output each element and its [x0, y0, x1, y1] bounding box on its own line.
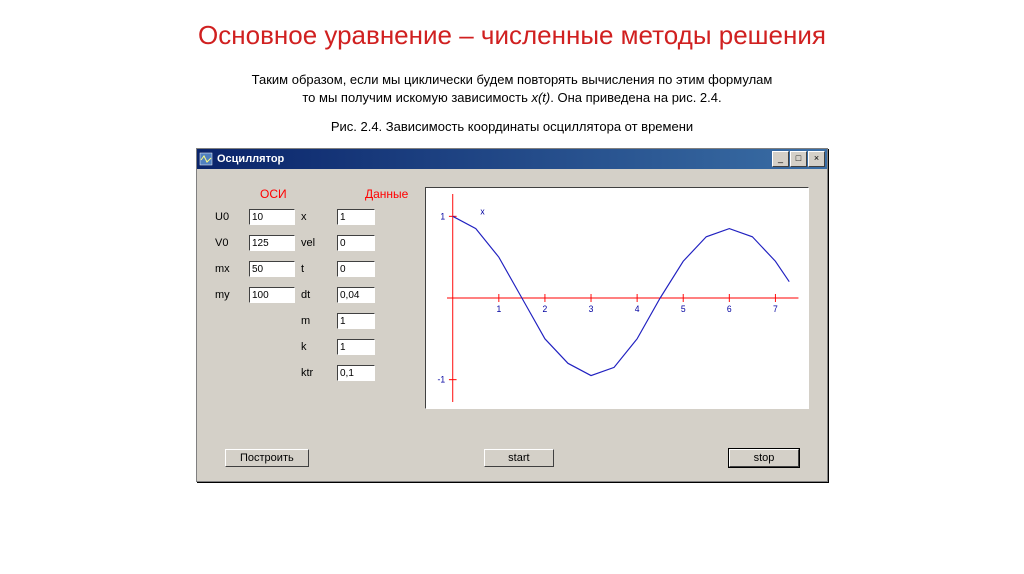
svg-text:1: 1: [440, 212, 445, 222]
label-vel: vel: [301, 237, 331, 249]
svg-text:1: 1: [496, 304, 501, 314]
svg-text:5: 5: [681, 304, 686, 314]
label-x: x: [301, 211, 331, 223]
svg-text:-1: -1: [437, 375, 445, 385]
header-dannye: Данные: [365, 187, 408, 201]
label-dt: dt: [301, 289, 331, 301]
window-body: ОСИ Данные U0 x V0 vel mx t my: [197, 169, 827, 481]
label-v0: V0: [215, 237, 243, 249]
input-t[interactable]: [337, 261, 375, 277]
svg-text:4: 4: [635, 304, 640, 314]
window-controls: _ □ ×: [772, 151, 825, 167]
svg-text:2: 2: [543, 304, 548, 314]
figure-caption: Рис. 2.4. Зависимость координаты осцилля…: [60, 119, 964, 134]
description-text: Таким образом, если мы циклически будем …: [172, 71, 852, 107]
parameters-panel: ОСИ Данные U0 x V0 vel mx t my: [215, 187, 415, 409]
buttons-row: Построить start stop: [215, 449, 809, 467]
input-vel[interactable]: [337, 235, 375, 251]
window-title: Осциллятор: [217, 153, 772, 165]
header-osi: ОСИ: [215, 187, 365, 201]
page-title: Основное уравнение – численные методы ре…: [60, 20, 964, 51]
close-button[interactable]: ×: [808, 151, 825, 167]
input-k[interactable]: [337, 339, 375, 355]
input-mx[interactable]: [249, 261, 295, 277]
label-ktr: ktr: [301, 367, 331, 379]
input-v0[interactable]: [249, 235, 295, 251]
chart-area: 1 2 3 4 5 6 7 -1 1 x: [425, 187, 809, 409]
title-bar: Осциллятор _ □ ×: [197, 149, 827, 169]
description-xt: x(t): [531, 90, 550, 105]
svg-text:3: 3: [589, 304, 594, 314]
input-x[interactable]: [337, 209, 375, 225]
input-m[interactable]: [337, 313, 375, 329]
label-mx: mx: [215, 263, 243, 275]
maximize-button[interactable]: □: [790, 151, 807, 167]
input-ktr[interactable]: [337, 365, 375, 381]
label-t: t: [301, 263, 331, 275]
svg-text:6: 6: [727, 304, 732, 314]
input-dt[interactable]: [337, 287, 375, 303]
minimize-button[interactable]: _: [772, 151, 789, 167]
app-icon: [199, 152, 213, 166]
app-window: Осциллятор _ □ × ОСИ Данные U0 x V0: [196, 148, 828, 482]
label-my: my: [215, 289, 243, 301]
oscillator-chart: 1 2 3 4 5 6 7 -1 1 x: [426, 188, 808, 408]
label-m: m: [301, 315, 331, 327]
start-button[interactable]: start: [484, 449, 554, 467]
description-line2a: то мы получим искомую зависимость: [302, 90, 531, 105]
description-line1: Таким образом, если мы циклически будем …: [252, 72, 773, 87]
stop-button[interactable]: stop: [729, 449, 799, 467]
label-k: k: [301, 341, 331, 353]
build-button[interactable]: Построить: [225, 449, 309, 467]
description-line2b: . Она приведена на рис. 2.4.: [550, 90, 721, 105]
svg-text:7: 7: [773, 304, 778, 314]
svg-text:x: x: [480, 207, 485, 217]
input-u0[interactable]: [249, 209, 295, 225]
input-my[interactable]: [249, 287, 295, 303]
label-u0: U0: [215, 211, 243, 223]
